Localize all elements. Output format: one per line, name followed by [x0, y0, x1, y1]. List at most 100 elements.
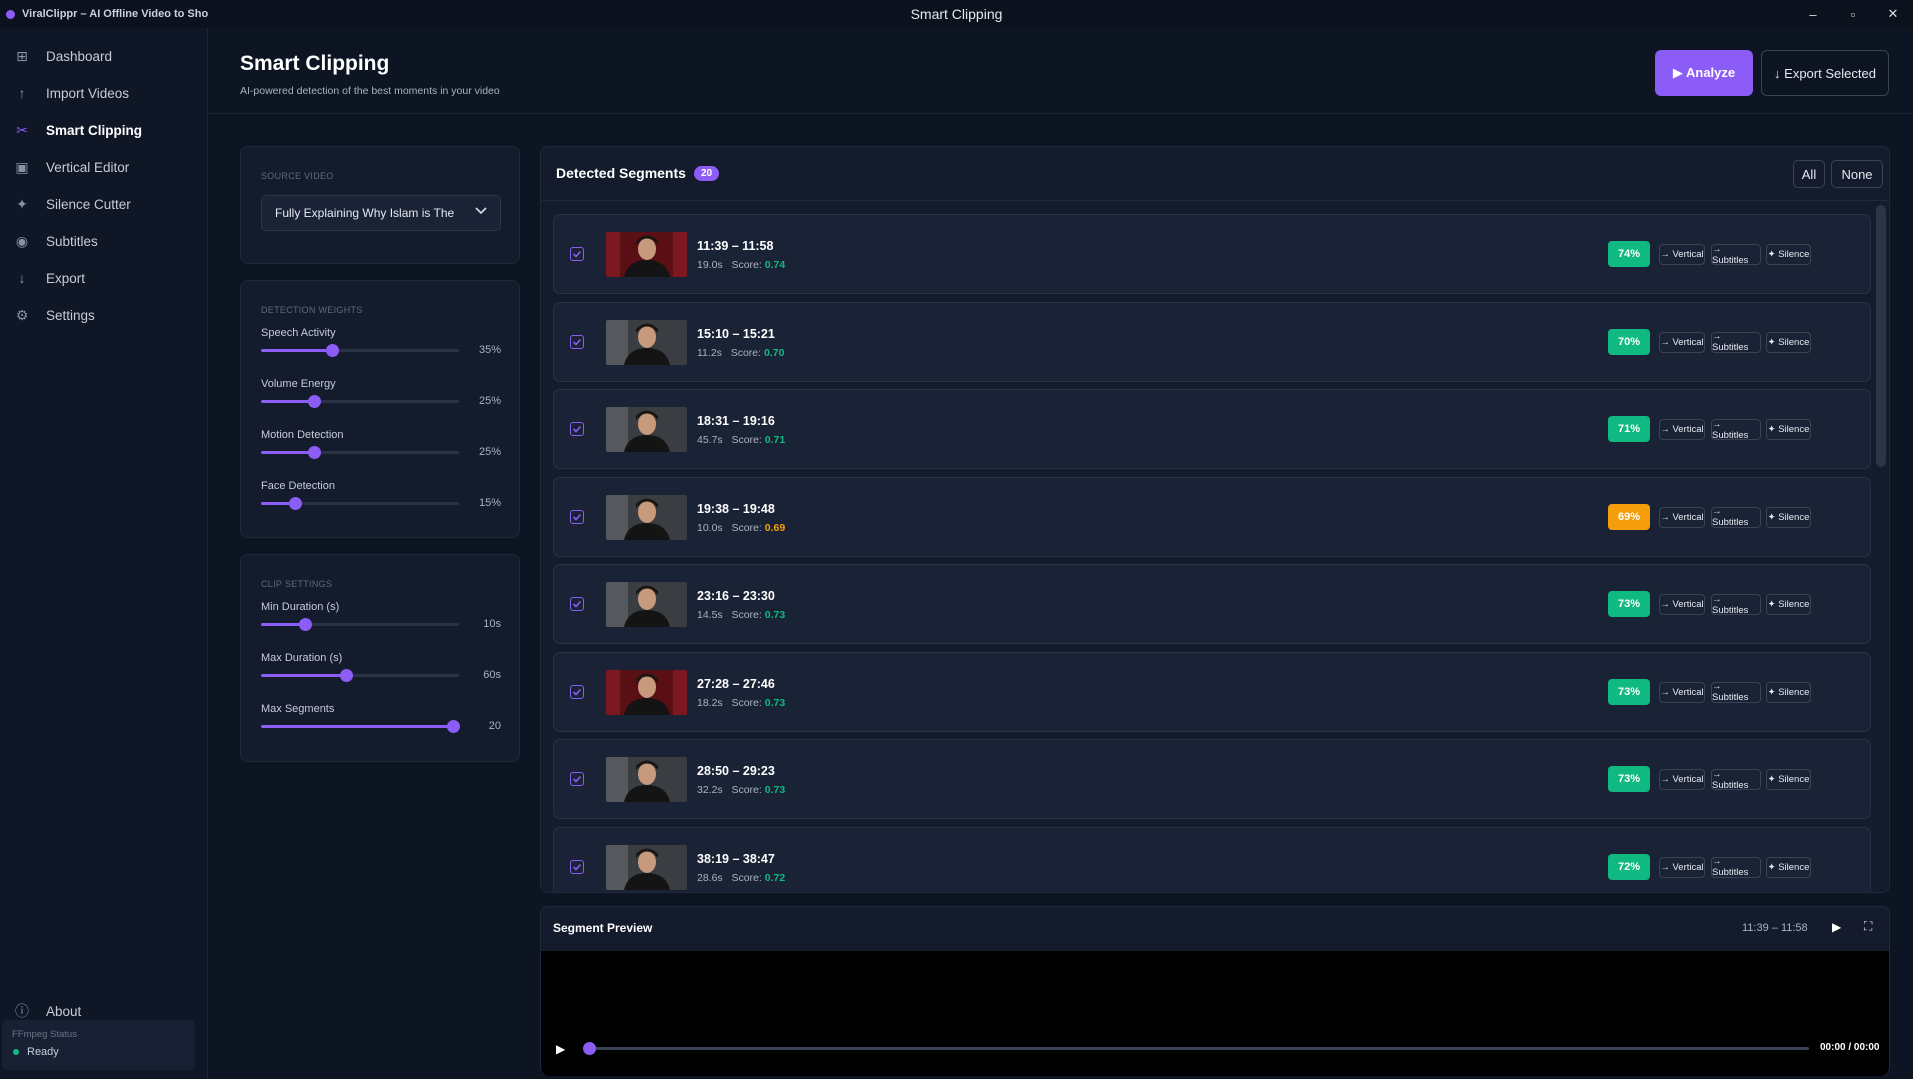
- silence-button[interactable]: ✦ Silence: [1766, 769, 1811, 790]
- segments-list: 11:39 – 11:58 19.0s Score: 0.74 74% → Verti…: [541, 202, 1871, 892]
- segment-card[interactable]: 19:38 – 19:48 10.0s Score: 0.69 69% → Verti…: [553, 476, 1871, 557]
- segment-checkbox[interactable]: [570, 422, 584, 436]
- segment-checkbox[interactable]: [570, 597, 584, 611]
- segment-thumbnail: [606, 319, 687, 365]
- sidebar-item-vertical-editor[interactable]: ▣ Vertical Editor: [0, 147, 208, 187]
- slider-handle[interactable]: [288, 497, 302, 510]
- select-none-button[interactable]: None: [1831, 160, 1883, 188]
- minimize-icon[interactable]: –: [1793, 0, 1833, 28]
- slider-handle[interactable]: [298, 618, 312, 631]
- segment-checkbox[interactable]: [570, 859, 584, 874]
- segment-card[interactable]: 27:28 – 27:46 18.2s Score: 0.73 73% → Verti…: [553, 651, 1871, 732]
- segment-card[interactable]: 38:19 – 38:47 28.6s Score: 0.72 72% → Verti…: [553, 826, 1871, 892]
- silence-button[interactable]: ✦ Silence: [1766, 419, 1811, 440]
- segment-card[interactable]: 11:39 – 11:58 19.0s Score: 0.74 74% → Verti…: [553, 214, 1871, 294]
- send-to-subtitles-button[interactable]: → Subtitles: [1711, 681, 1761, 703]
- send-to-subtitles-button[interactable]: → Subtitles: [1711, 506, 1761, 528]
- send-to-vertical-button[interactable]: → Vertical: [1659, 419, 1705, 440]
- video-seek-bar[interactable]: [583, 1042, 1809, 1055]
- segment-card[interactable]: 15:10 – 15:21 11.2s Score: 0.70 70% → Verti…: [553, 301, 1871, 382]
- fullscreen-icon[interactable]: ⛶: [1864, 919, 1872, 934]
- max-segments-slider[interactable]: Max Segments 20: [261, 703, 501, 743]
- segment-score-label: Score:: [731, 784, 762, 796]
- send-to-vertical-button[interactable]: → Vertical: [1659, 244, 1705, 265]
- segment-card[interactable]: 18:31 – 19:16 45.7s Score: 0.71 71% → Verti…: [553, 389, 1871, 469]
- source-video-select[interactable]: Fully Explaining Why Islam is The: [261, 195, 501, 231]
- slider-track[interactable]: [261, 720, 461, 733]
- slider-track[interactable]: [261, 344, 459, 357]
- segment-checkbox[interactable]: [570, 772, 584, 786]
- segment-checkbox[interactable]: [570, 509, 584, 524]
- slider-label: Face Detection: [261, 480, 335, 492]
- send-to-vertical-button[interactable]: → Vertical: [1659, 506, 1705, 528]
- select-all-button[interactable]: All: [1793, 160, 1825, 188]
- segment-checkbox[interactable]: [570, 247, 584, 261]
- maximize-icon[interactable]: ▫: [1833, 0, 1873, 28]
- send-to-vertical-button[interactable]: → Vertical: [1659, 856, 1705, 878]
- send-to-subtitles-button[interactable]: → Subtitles: [1711, 244, 1761, 266]
- analyze-button[interactable]: ▶ Analyze: [1655, 50, 1753, 96]
- min-duration-s-slider[interactable]: Min Duration (s) 10s: [261, 601, 501, 641]
- vertical-frame-icon: ▣: [15, 158, 29, 175]
- send-to-subtitles-button[interactable]: → Subtitles: [1711, 594, 1761, 616]
- slider-handle[interactable]: [447, 720, 461, 733]
- silence-button[interactable]: ✦ Silence: [1766, 506, 1811, 528]
- sidebar-item-silence-cutter[interactable]: ✦ Silence Cutter: [0, 184, 208, 224]
- scrollbar-thumb[interactable]: [1876, 205, 1886, 467]
- video-player[interactable]: ▶ 00:00 / 00:00: [541, 951, 1889, 1076]
- slider-track[interactable]: [261, 395, 459, 408]
- sidebar-item-label: Silence Cutter: [46, 196, 131, 212]
- slider-track[interactable]: [261, 669, 459, 682]
- sidebar-item-smart-clipping[interactable]: ✂ Smart Clipping: [0, 110, 208, 150]
- send-to-subtitles-button[interactable]: → Subtitles: [1711, 419, 1761, 441]
- close-icon[interactable]: ✕: [1873, 0, 1913, 28]
- segment-card[interactable]: 28:50 – 29:23 32.2s Score: 0.73 73% → Verti…: [553, 739, 1871, 819]
- send-to-vertical-button[interactable]: → Vertical: [1659, 681, 1705, 703]
- silence-button[interactable]: ✦ Silence: [1766, 856, 1811, 878]
- face-detection-slider[interactable]: Face Detection 15%: [261, 480, 501, 520]
- export-selected-button[interactable]: ↓ Export Selected: [1761, 50, 1889, 96]
- silence-button[interactable]: ✦ Silence: [1766, 331, 1811, 353]
- slider-fill: [261, 349, 333, 352]
- segments-title-text: Detected Segments: [556, 165, 686, 181]
- segment-thumbnail: [606, 232, 687, 277]
- segment-meta: 10.0s Score: 0.69: [697, 522, 785, 534]
- sidebar-item-subtitles[interactable]: ◉ Subtitles: [0, 221, 208, 261]
- send-to-subtitles-button[interactable]: → Subtitles: [1711, 769, 1761, 791]
- speech-activity-slider[interactable]: Speech Activity 35%: [261, 327, 501, 367]
- slider-track[interactable]: [261, 618, 459, 631]
- send-to-subtitles-button[interactable]: → Subtitles: [1711, 856, 1761, 878]
- send-to-vertical-button[interactable]: → Vertical: [1659, 331, 1705, 353]
- max-duration-s-slider[interactable]: Max Duration (s) 60s: [261, 652, 501, 692]
- segments-scrollbar[interactable]: [1874, 205, 1886, 889]
- segment-meta: 45.7s Score: 0.71: [697, 434, 785, 446]
- silence-button[interactable]: ✦ Silence: [1766, 594, 1811, 615]
- segment-checkbox[interactable]: [570, 684, 584, 699]
- segment-checkbox[interactable]: [570, 334, 584, 349]
- motion-detection-slider[interactable]: Motion Detection 25%: [261, 429, 501, 469]
- slider-handle[interactable]: [340, 669, 354, 682]
- title-bar: ViralClippr – AI Offline Video to Sho Sm…: [0, 0, 1913, 28]
- send-to-subtitles-button[interactable]: → Subtitles: [1711, 331, 1761, 353]
- send-to-vertical-button[interactable]: → Vertical: [1659, 769, 1705, 790]
- segment-score-label: Score:: [731, 521, 762, 534]
- volume-energy-slider[interactable]: Volume Energy 25%: [261, 378, 501, 418]
- slider-handle[interactable]: [326, 344, 340, 357]
- sidebar-item-import-videos[interactable]: ↑ Import Videos: [0, 73, 208, 113]
- play-icon[interactable]: ▶: [1832, 920, 1841, 934]
- seek-handle[interactable]: [583, 1042, 596, 1055]
- sidebar-item-export[interactable]: ↓ Export: [0, 258, 208, 298]
- segment-card[interactable]: 23:16 – 23:30 14.5s Score: 0.73 73% → Verti…: [553, 564, 1871, 644]
- slider-value: 20: [488, 720, 501, 732]
- slider-track[interactable]: [261, 497, 459, 510]
- sidebar-item-dashboard[interactable]: ⊞ Dashboard: [0, 36, 208, 76]
- slider-handle[interactable]: [308, 395, 322, 408]
- send-to-vertical-button[interactable]: → Vertical: [1659, 594, 1705, 615]
- silence-button[interactable]: ✦ Silence: [1766, 244, 1811, 265]
- sidebar-item-settings[interactable]: ⚙ Settings: [0, 295, 208, 335]
- segment-duration: 32.2s: [697, 784, 723, 796]
- slider-handle[interactable]: [308, 446, 322, 459]
- slider-track[interactable]: [261, 446, 459, 459]
- video-play-icon[interactable]: ▶: [556, 1042, 565, 1056]
- silence-button[interactable]: ✦ Silence: [1766, 681, 1811, 703]
